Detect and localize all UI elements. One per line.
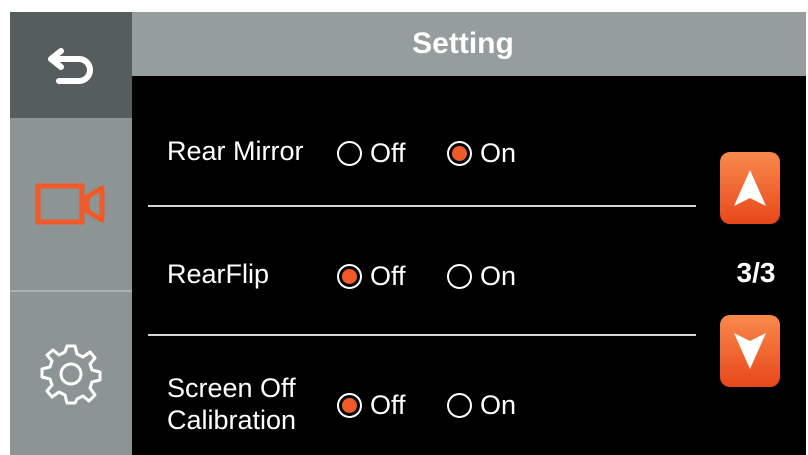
- gear-icon: [40, 344, 102, 404]
- setting-label: Rear Mirror: [167, 136, 304, 166]
- page-up-button[interactable]: [720, 152, 780, 224]
- radio-button[interactable]: [447, 393, 472, 418]
- sidebar-item-settings[interactable]: [10, 290, 132, 455]
- radio-option-off[interactable]: Off: [337, 138, 406, 169]
- sidebar: [10, 12, 132, 455]
- radio-option-on[interactable]: On: [447, 261, 516, 292]
- divider: [148, 334, 696, 336]
- radio-button-selected[interactable]: [337, 264, 362, 289]
- option-label: Off: [370, 390, 406, 420]
- option-label: Off: [370, 261, 406, 291]
- settings-screen: Setting Rear Mirror Off On RearFlip Off …: [10, 12, 806, 455]
- setting-label-line1: Screen Off: [167, 373, 296, 403]
- radio-button[interactable]: [447, 264, 472, 289]
- setting-label-line2: Calibration: [167, 405, 297, 435]
- radio-option-on[interactable]: On: [447, 138, 516, 169]
- option-label: On: [480, 138, 517, 168]
- radio-option-on[interactable]: On: [447, 390, 516, 421]
- radio-button-selected[interactable]: [447, 141, 472, 166]
- option-label: Off: [370, 138, 406, 168]
- back-button[interactable]: [10, 12, 132, 118]
- option-label: On: [480, 261, 517, 291]
- sidebar-item-camera[interactable]: [10, 118, 132, 290]
- arrow-down-icon: [734, 333, 766, 369]
- back-arrow-icon: [48, 48, 93, 84]
- divider: [148, 205, 696, 207]
- video-camera-icon: [35, 183, 105, 225]
- page-indicator: 3/3: [736, 257, 776, 288]
- radio-option-off[interactable]: Off: [337, 390, 406, 421]
- radio-button[interactable]: [337, 141, 362, 166]
- radio-button-selected[interactable]: [337, 393, 362, 418]
- page-down-button[interactable]: [720, 315, 780, 387]
- radio-option-off[interactable]: Off: [337, 261, 406, 292]
- option-label: On: [480, 390, 517, 420]
- setting-label: RearFlip: [167, 259, 270, 289]
- header-bar: Setting: [132, 12, 806, 76]
- arrow-up-icon: [734, 170, 766, 206]
- page-title: Setting: [412, 27, 514, 60]
